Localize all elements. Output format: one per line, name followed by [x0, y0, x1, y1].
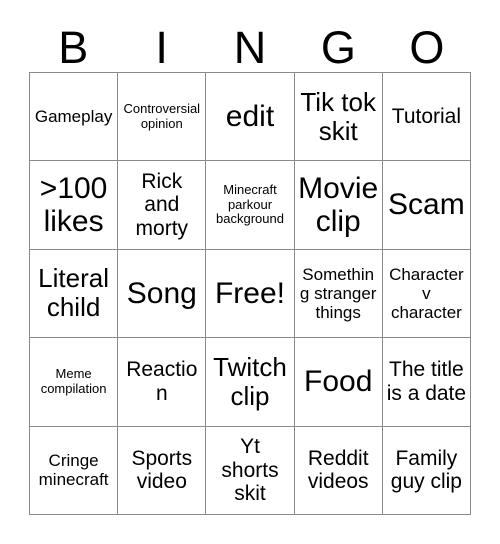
bingo-header: B I N G O: [29, 14, 471, 72]
bingo-cell[interactable]: Food: [294, 338, 383, 427]
bingo-cell[interactable]: Something stranger things: [294, 249, 383, 339]
bingo-cell-label: Sports video: [131, 446, 193, 494]
bingo-cell[interactable]: Free!: [206, 249, 295, 339]
bingo-cell[interactable]: The title is a date: [382, 338, 471, 427]
bingo-cell-label: Cringe minecraft: [38, 451, 109, 490]
bingo-cell[interactable]: >100 likes: [30, 161, 119, 250]
bingo-cell-label: Literal child: [38, 263, 109, 323]
bingo-cell[interactable]: Family guy clip: [382, 426, 471, 515]
bingo-cell-label: Rick and morty: [135, 169, 189, 240]
bingo-cell[interactable]: Controversial opinion: [118, 73, 207, 162]
bingo-cell[interactable]: Movie clip: [294, 161, 383, 250]
bingo-cell[interactable]: Twitch clip: [206, 338, 295, 427]
bingo-cell[interactable]: Reddit videos: [294, 426, 383, 515]
bingo-cell[interactable]: Scam: [382, 161, 471, 250]
bingo-cell[interactable]: Character v character: [382, 249, 471, 339]
bingo-cell-label: edit: [225, 99, 275, 133]
bingo-card: B I N G O Gameplay Controversial opinion e…: [0, 0, 500, 544]
bingo-cell-label: Reddit videos: [307, 446, 369, 494]
bingo-cell[interactable]: Meme compilation: [30, 338, 119, 427]
bingo-cell[interactable]: Reaction: [118, 338, 207, 427]
bingo-cell[interactable]: Song: [118, 249, 207, 339]
bingo-cell[interactable]: Rick and morty: [118, 161, 207, 250]
bingo-cell-label: Song: [126, 276, 197, 310]
bingo-cell[interactable]: Cringe minecraft: [30, 426, 119, 515]
bingo-cell-label: Twitch clip: [213, 351, 287, 411]
bingo-cell[interactable]: Tik tok skit: [294, 73, 383, 162]
bingo-cell[interactable]: Yt shorts skit: [206, 426, 295, 515]
bingo-cell-label: Gameplay: [34, 107, 113, 127]
bingo-cell-label: Family guy clip: [390, 446, 462, 494]
bingo-cell[interactable]: Sports video: [118, 426, 207, 515]
bingo-cell-label: Reaction: [126, 358, 198, 405]
bingo-cell[interactable]: Gameplay: [30, 73, 119, 162]
bingo-cell-label: Meme compilation: [40, 366, 107, 396]
header-letter-g: G: [320, 22, 356, 73]
header-letter-b: B: [58, 22, 89, 73]
bingo-cell-label: Something stranger things: [299, 264, 377, 322]
bingo-cell-label: Yt shorts skit: [221, 435, 279, 506]
bingo-cell-label: Free!: [214, 276, 285, 310]
bingo-cell-label: Movie clip: [298, 171, 379, 239]
header-letter-o: O: [409, 22, 445, 73]
bingo-cell-label: The title is a date: [386, 358, 467, 405]
bingo-cell-label: >100 likes: [39, 171, 108, 239]
header-letter-i: I: [155, 22, 168, 73]
bingo-cell-label: Food: [304, 365, 373, 399]
bingo-cell[interactable]: Tutorial: [382, 73, 471, 162]
bingo-grid: Gameplay Controversial opinion edit Tik tok…: [29, 72, 471, 515]
bingo-cell[interactable]: edit: [206, 73, 295, 162]
bingo-cell[interactable]: Literal child: [30, 249, 119, 339]
bingo-cell-label: Controversial opinion: [123, 101, 201, 131]
bingo-cell[interactable]: Minecraft parkour background: [206, 161, 295, 250]
bingo-cell-label: Tik tok skit: [300, 86, 376, 146]
bingo-cell-label: Scam: [388, 188, 465, 222]
bingo-cell-label: Tutorial: [391, 104, 462, 128]
header-letter-n: N: [233, 22, 267, 73]
bingo-cell-label: Character v character: [389, 264, 464, 322]
bingo-cell-label: Minecraft parkour background: [216, 182, 284, 227]
